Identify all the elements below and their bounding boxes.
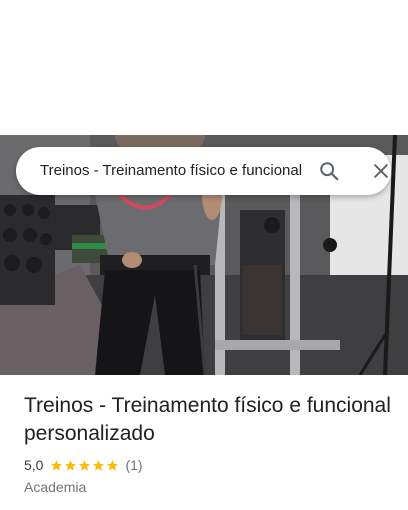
star-icon <box>51 459 63 471</box>
star-icon <box>79 459 91 471</box>
place-category: Academia <box>24 479 87 495</box>
rating-value: 5,0 <box>24 457 44 473</box>
close-icon <box>374 164 388 178</box>
search-input[interactable]: Treinos - Treinamento físico e funcional… <box>40 147 302 195</box>
star-icon <box>65 459 77 471</box>
search-button[interactable] <box>313 155 345 187</box>
search-icon <box>320 162 339 181</box>
search-bar[interactable]: Treinos - Treinamento físico e funcional… <box>16 147 391 195</box>
review-count[interactable]: (1) <box>125 457 142 473</box>
place-title[interactable]: Treinos - Treinamento físico e funcional… <box>24 392 394 448</box>
close-button[interactable] <box>365 155 397 187</box>
place-info-panel: Treinos - Treinamento físico e funcional… <box>24 392 394 496</box>
star-icon <box>93 459 105 471</box>
map-blank-area <box>0 0 408 135</box>
star-rating <box>50 459 120 472</box>
rating-row[interactable]: 5,0 (1) <box>24 456 394 474</box>
star-icon <box>107 459 119 471</box>
